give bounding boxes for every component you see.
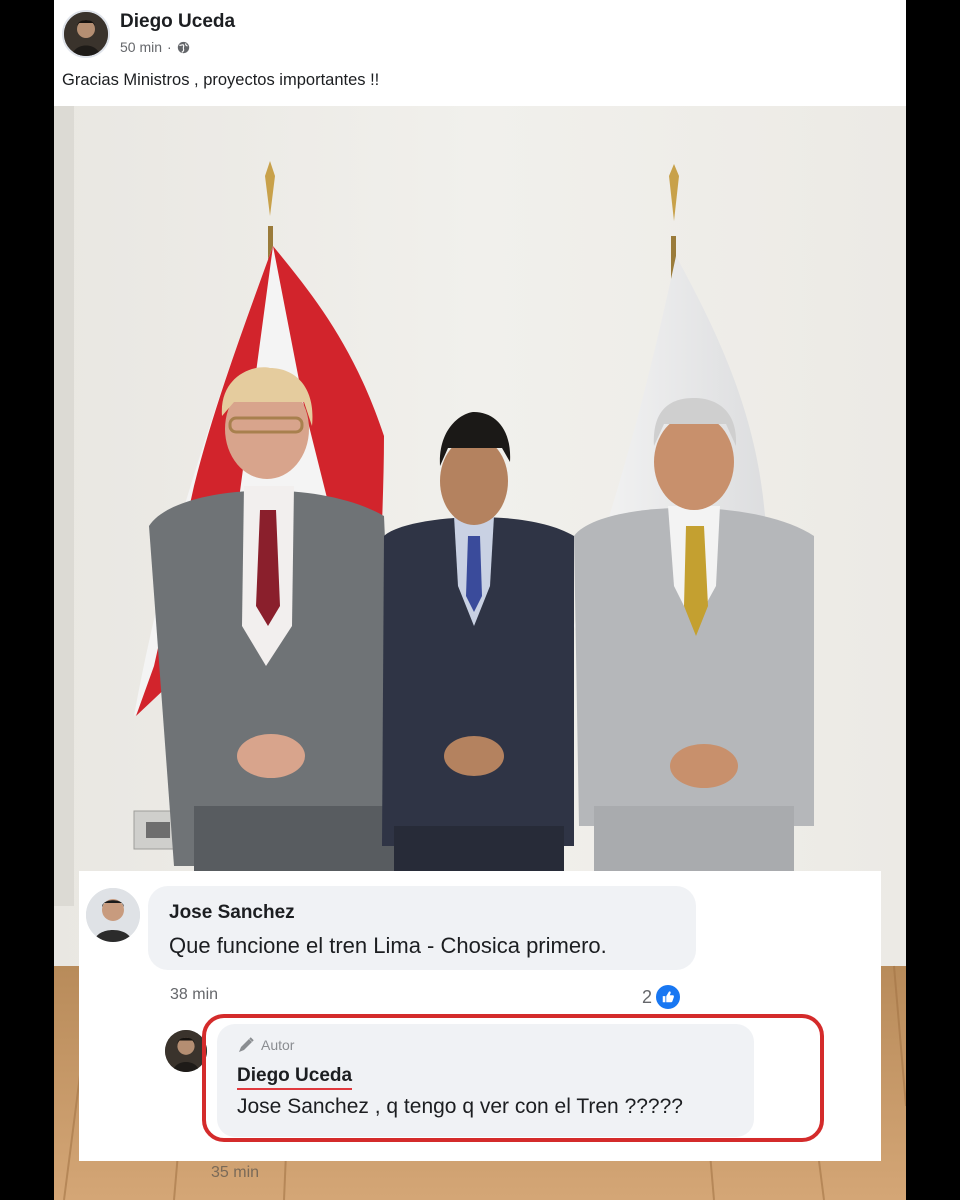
comments-section: Jose Sanchez Que funcione el tren Lima -… [79,871,881,1161]
facebook-post: Diego Uceda 50 min · Gracias Ministros ,… [54,0,906,1200]
commenter-avatar-image [86,888,140,942]
post-time[interactable]: 50 min [120,39,162,55]
post-header: Diego Uceda 50 min · Gracias Ministros ,… [54,0,906,106]
thumbs-up-icon [654,983,683,1011]
reply-time[interactable]: 35 min [211,1164,259,1182]
red-highlight-outline [202,1014,824,1142]
comment-text: Que funcione el tren Lima - Chosica prim… [169,933,607,958]
author-avatar-image [64,12,108,56]
post-meta: 50 min · [120,39,190,55]
commenter-avatar[interactable] [86,888,140,942]
reply-avatar-image [165,1030,207,1072]
post-author-name[interactable]: Diego Uceda [120,11,235,33]
comment-bubble: Jose Sanchez Que funcione el tren Lima -… [148,886,696,970]
author-avatar[interactable] [62,10,110,58]
globe-icon [177,41,189,53]
comment-time[interactable]: 38 min [170,986,218,1004]
comment-author-name[interactable]: Jose Sanchez [169,902,295,924]
like-count: 2 [642,986,653,1007]
post-text: Gracias Ministros , proyectos importante… [62,71,380,89]
comment-reactions[interactable]: 2 [642,983,683,1011]
reply-author-avatar[interactable] [165,1030,207,1072]
meta-separator: · [167,39,172,55]
